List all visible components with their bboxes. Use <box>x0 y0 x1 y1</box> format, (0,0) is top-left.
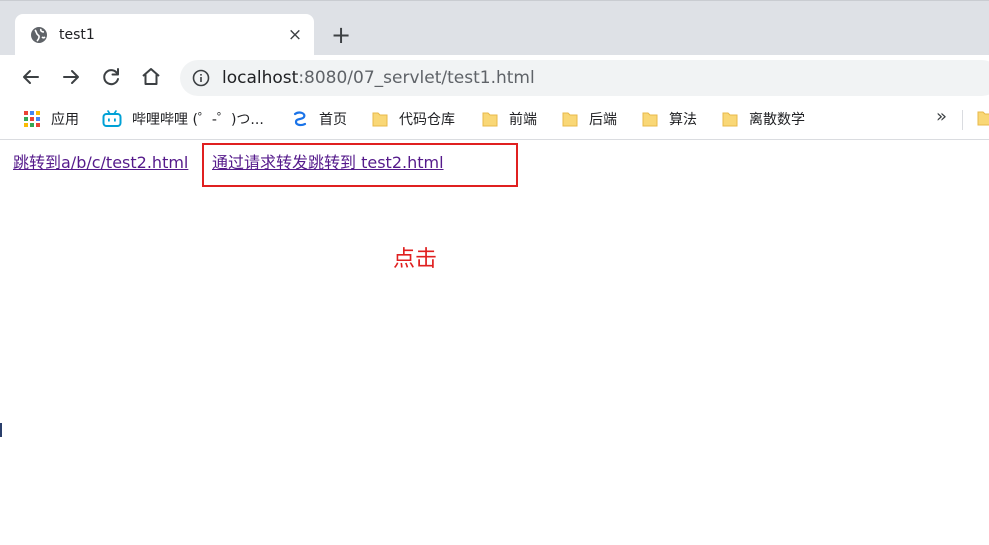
address-bar[interactable]: localhost:8080/07_servlet/test1.html <box>180 60 989 96</box>
bilibili-icon <box>102 110 122 127</box>
folder-icon <box>482 112 498 127</box>
bookmark-label: 后端 <box>589 112 617 128</box>
tab-title: test1 <box>59 27 95 43</box>
forward-arrow-icon[interactable] <box>59 65 83 89</box>
apps-grid-icon <box>24 111 40 127</box>
globe-icon <box>30 26 48 44</box>
link-to-abc-test2[interactable]: 跳转到a/b/c/test2.html <box>13 153 188 173</box>
bookmark-home-page[interactable]: 首页 <box>291 108 347 130</box>
bookmarks-bar: 应用 哔哩哔哩 (゜-゜)つ... 首页 代码仓库 前端 后端 算法 离散数学 … <box>0 100 989 140</box>
bookmark-folder-backend[interactable]: 后端 <box>561 108 617 130</box>
tab-strip: test1 × + <box>0 0 989 56</box>
bookmark-label: 算法 <box>669 112 697 128</box>
bookmark-label: 应用 <box>51 112 79 128</box>
window-edge-marker <box>0 423 2 437</box>
folder-icon <box>562 112 578 127</box>
url-host: localhost <box>222 68 299 88</box>
tab-test1[interactable]: test1 × <box>15 14 314 56</box>
folder-icon <box>642 112 658 127</box>
bookmark-folder-code-repo[interactable]: 代码仓库 <box>371 108 455 130</box>
folder-icon[interactable] <box>976 109 989 131</box>
folder-icon <box>722 112 738 127</box>
bookmark-folder-discrete-math[interactable]: 离散数学 <box>721 108 805 130</box>
url-text[interactable]: localhost:8080/07_servlet/test1.html <box>222 68 535 88</box>
browser-window: test1 × + localhost:8080/07_servlet/test… <box>0 0 989 545</box>
site-icon <box>293 111 307 127</box>
annotation-highlight-box <box>202 143 518 187</box>
bookmarks-divider <box>962 110 963 130</box>
bookmark-apps[interactable]: 应用 <box>23 108 79 130</box>
page-content: 跳转到a/b/c/test2.html 通过请求转发跳转到 test2.html… <box>0 141 989 545</box>
back-arrow-icon[interactable] <box>19 65 43 89</box>
bookmark-label: 哔哩哔哩 (゜-゜)つ... <box>132 112 264 128</box>
bookmark-label: 离散数学 <box>749 112 805 128</box>
bookmark-folder-algorithms[interactable]: 算法 <box>641 108 697 130</box>
bookmark-folder-frontend[interactable]: 前端 <box>481 108 537 130</box>
new-tab-button[interactable]: + <box>328 23 354 49</box>
reload-icon[interactable] <box>99 65 123 89</box>
bookmark-label: 前端 <box>509 112 537 128</box>
folder-icon <box>372 112 388 127</box>
close-tab-icon[interactable]: × <box>285 25 305 45</box>
bookmark-label: 代码仓库 <box>399 112 455 128</box>
bookmark-bilibili[interactable]: 哔哩哔哩 (゜-゜)つ... <box>102 108 264 130</box>
info-icon[interactable] <box>192 69 210 87</box>
toolbar: localhost:8080/07_servlet/test1.html <box>0 55 989 100</box>
url-path: :8080/07_servlet/test1.html <box>298 68 535 88</box>
annotation-click-label: 点击 <box>393 247 438 272</box>
bookmark-label: 首页 <box>319 112 347 128</box>
home-icon[interactable] <box>139 65 163 89</box>
more-bookmarks-chevron-icon[interactable]: » <box>936 106 947 127</box>
